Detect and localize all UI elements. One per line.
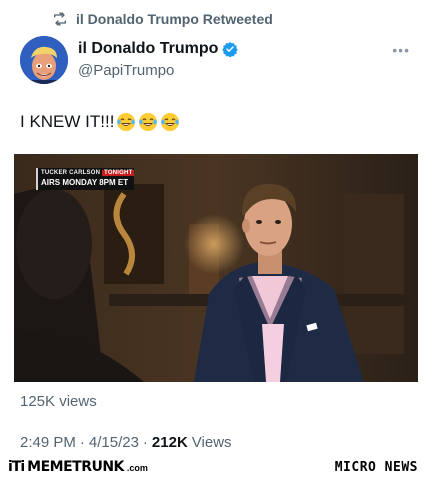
chyron-airtime: AIRS MONDAY 8PM ET [41,178,129,187]
memetrunk-brand-name: MEMETRUNK [27,459,124,475]
tweet-time[interactable]: 2:49 PM [20,434,76,451]
meta-separator: · [79,434,85,451]
author-name[interactable]: il Donaldo Trumpo [78,40,239,58]
chyron-show-title: TUCKER CARLSON TONIGHT [38,168,135,177]
memetrunk-brand-domain: .com [126,463,148,473]
tweet-video[interactable]: TUCKER CARLSON TONIGHT AIRS MONDAY 8PM ET [14,154,418,382]
video-chyron: TUCKER CARLSON TONIGHT AIRS MONDAY 8PM ET [36,168,135,190]
laughing-tears-emoji-icon [161,113,180,131]
memetrunk-watermark: iTi MEMETRUNK .com [8,459,148,475]
memetrunk-logo-icon: iTi [8,459,25,475]
tweet-body: I KNEW IT!!! [20,112,115,131]
more-options-icon[interactable]: ••• [392,42,410,58]
verified-badge-icon [222,42,239,57]
meta-separator: · [142,434,148,451]
author-name-text[interactable]: il Donaldo Trumpo [78,40,218,58]
retweet-label: il Donaldo Trumpo Retweeted [76,11,273,27]
laughing-tears-emoji-icon [117,113,136,131]
laughing-tears-emoji-icon [139,113,158,131]
tweet-text: I KNEW IT!!! [20,112,180,132]
tweet-date[interactable]: 4/15/23 [89,434,139,451]
tweet-meta: 2:49 PM · 4/15/23 · 212K Views [20,434,232,451]
retweet-icon [54,12,66,26]
chyron-show-name: TUCKER CARLSON [41,170,101,176]
micro-news-watermark: MICRO NEWS [334,460,418,475]
author-handle[interactable]: @PapiTrumpo [78,62,174,79]
chyron-tonight-tag: TONIGHT [102,170,135,176]
tweet-views-label: Views [191,434,232,451]
tweet-views-count[interactable]: 212K [152,434,188,451]
video-views: 125K views [20,393,97,410]
retweet-indicator: il Donaldo Trumpo Retweeted [52,10,273,28]
avatar[interactable] [20,36,68,84]
